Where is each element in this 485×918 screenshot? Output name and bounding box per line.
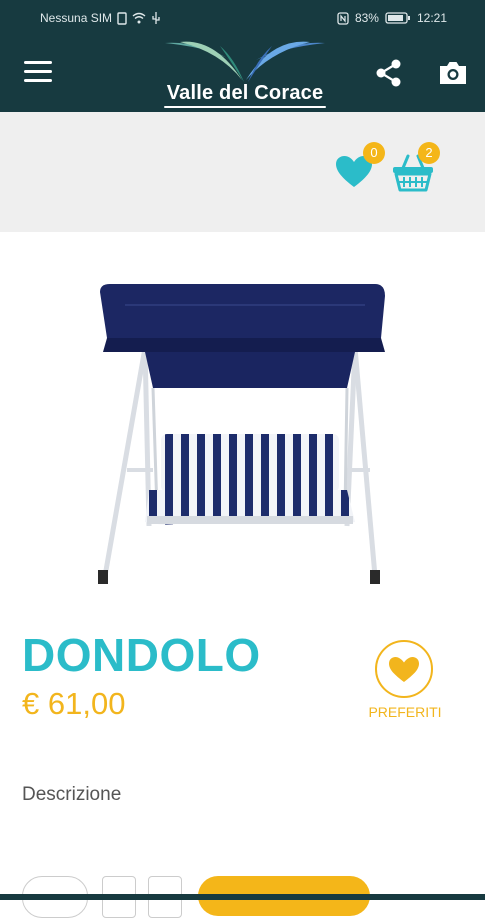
menu-icon-line: [24, 70, 52, 73]
usb-icon: [152, 11, 160, 24]
favorite-button[interactable]: [375, 640, 433, 698]
share-button[interactable]: [374, 58, 404, 88]
product-image[interactable]: [85, 270, 405, 600]
product-title: DONDOLO: [22, 629, 261, 681]
battery-percent: 83%: [354, 11, 379, 25]
product-price: € 61,00: [22, 686, 126, 721]
favorite-label: PREFERITI: [368, 704, 442, 720]
carrier-label: Nessuna SIM: [40, 11, 113, 25]
header-actions-bar: 0 2: [0, 112, 485, 232]
app-bar: Valle del Corace: [0, 36, 485, 112]
status-right: 83% 12:21: [337, 11, 447, 25]
clock: 12:21: [416, 11, 447, 25]
bottom-edge: [0, 894, 485, 900]
menu-icon-line: [24, 79, 52, 82]
camera-icon: [440, 62, 466, 84]
swing-chair-image: [98, 284, 385, 584]
cart-count-badge: 2: [418, 142, 440, 164]
battery-icon: [385, 12, 410, 24]
status-left: Nessuna SIM: [40, 11, 161, 25]
wishlist-count-badge: 0: [363, 142, 385, 164]
wifi-icon: [132, 12, 146, 24]
logo-text: Valle del Corace: [166, 82, 324, 104]
status-bar: Nessuna SIM 83% 12:21: [0, 0, 485, 36]
nfc-icon: [337, 11, 349, 25]
menu-button[interactable]: [24, 61, 52, 85]
heart-icon: [389, 657, 419, 682]
logo-underline: [164, 106, 326, 108]
menu-icon: [24, 61, 52, 64]
app-logo[interactable]: Valle del Corace: [160, 40, 330, 108]
camera-button[interactable]: [437, 58, 469, 88]
logo-mark-icon: [165, 41, 325, 82]
description-label: Descrizione: [22, 784, 122, 805]
sim-icon: [117, 11, 127, 25]
share-icon: [376, 59, 401, 87]
